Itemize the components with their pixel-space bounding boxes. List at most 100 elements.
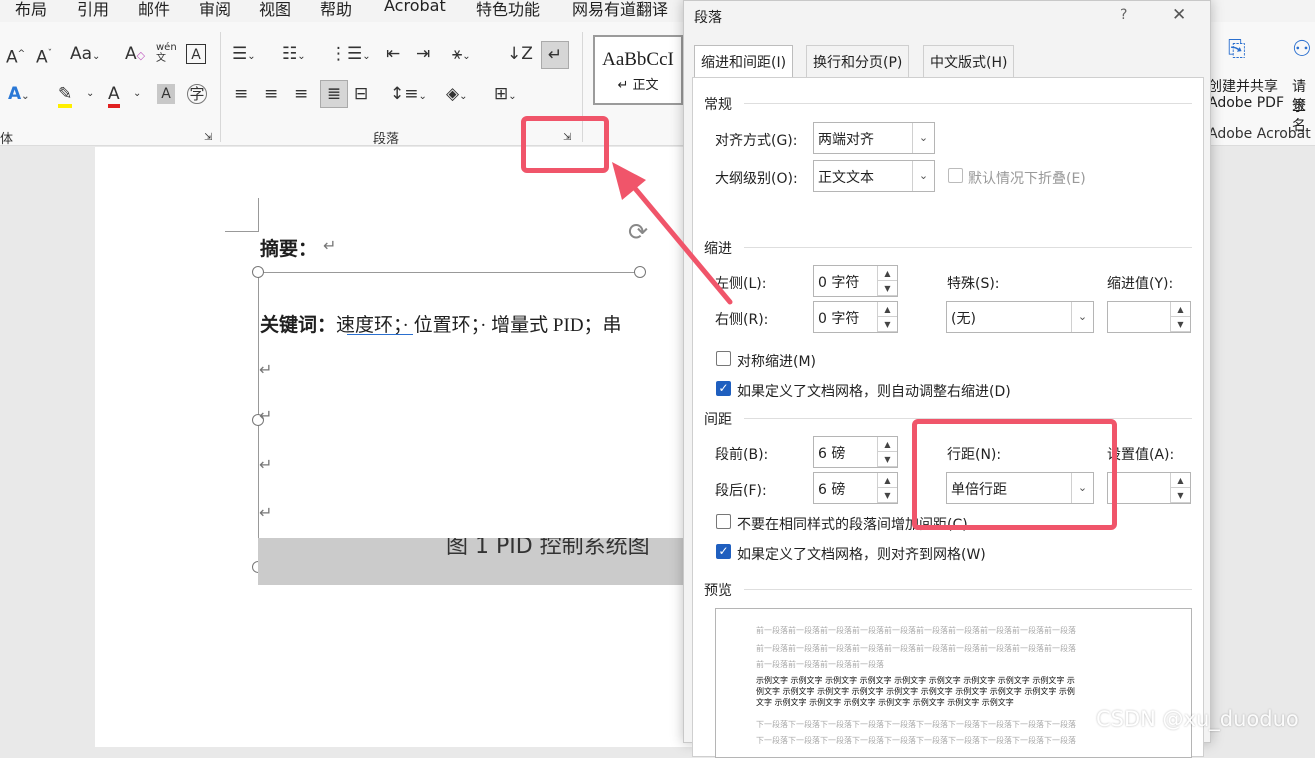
increase-indent-icon[interactable]: ⇥ (416, 44, 430, 64)
spinner-arrows[interactable]: ▲ ▼ (877, 302, 897, 332)
abstract-heading: 摘要： (260, 239, 318, 260)
outline-level-select[interactable]: 正文文本 ⌄ (813, 160, 935, 192)
resize-handle[interactable] (252, 266, 264, 278)
indent-by-spinner[interactable]: ▲ ▼ (1107, 301, 1191, 333)
mirror-indents-checkbox[interactable] (716, 351, 731, 366)
spinner-arrows[interactable]: ▲ ▼ (1170, 302, 1190, 332)
create-pdf-icon[interactable]: ⎘ (1228, 39, 1246, 61)
menu-layout[interactable]: 布局 (15, 0, 47, 20)
keywords-line: 关键词：速度环；· 位置环；· 增量式 PID；串 (260, 310, 685, 337)
multilevel-list-icon[interactable]: ⋮☰⌄ (330, 44, 371, 67)
crop-mark (225, 231, 259, 232)
request-signature-icon[interactable]: ⚇ (1292, 39, 1312, 61)
alignment-select[interactable]: 两端对齐 ⌄ (813, 122, 935, 154)
change-case-icon[interactable]: Aa⌄ (70, 44, 100, 67)
textbox-border (258, 272, 640, 273)
group-separator (220, 32, 221, 142)
spinner-arrows[interactable]: ▲ ▼ (877, 437, 897, 467)
font-dialog-launcher-icon[interactable]: ⇲ (204, 128, 212, 148)
align-center-icon[interactable]: ≡ (264, 84, 278, 104)
menu-view[interactable]: 视图 (259, 0, 291, 20)
spinner-arrows[interactable]: ▲ ▼ (1170, 473, 1190, 503)
numbering-icon[interactable]: ☷⌄ (282, 44, 306, 67)
bullets-icon[interactable]: ☰⌄ (232, 44, 256, 67)
char-border-icon[interactable]: A (186, 44, 206, 64)
paragraph-dialog: 段落 ? ✕ 缩进和间距(I) 换行和分页(P) 中文版式(H) 常规 对齐方式… (683, 0, 1211, 758)
spacing-before-label: 段前(B): (715, 447, 769, 463)
font-color-icon[interactable]: A (108, 84, 120, 108)
help-button[interactable]: ? (1120, 7, 1127, 23)
preview-prev-line: 前一段落前一段落前一段落前一段落前一段落前一段落前一段落前一段落前一段落前一段落 (756, 626, 1076, 635)
special-indent-select[interactable]: (无) ⌄ (946, 301, 1094, 333)
preview-pane: 前一段落前一段落前一段落前一段落前一段落前一段落前一段落前一段落前一段落前一段落… (715, 608, 1192, 758)
snap-to-grid-checkbox[interactable]: ✓ (716, 544, 731, 559)
clear-format-icon[interactable]: A◇ (125, 44, 145, 66)
figure-caption-bar: 图 1 PID 控制系统图 (258, 538, 688, 585)
align-left-icon[interactable]: ≡ (234, 84, 248, 104)
left-indent-spinner[interactable]: 0 字符 ▲ ▼ (813, 265, 898, 297)
spacing-heading: 间距 (704, 412, 732, 428)
menu-acrobat[interactable]: Acrobat (384, 0, 446, 15)
font-color-dropdown-icon[interactable]: ⌄ (133, 84, 141, 104)
tab-line-page-breaks[interactable]: 换行和分页(P) (806, 45, 910, 77)
tab-indents-spacing[interactable]: 缩进和间距(I) (694, 45, 794, 78)
highlight-icon[interactable]: ✎ (58, 84, 73, 108)
show-marks-icon[interactable]: ↵ (541, 41, 569, 69)
char-shading-icon[interactable]: A (157, 84, 175, 104)
keywords-text: 速度环；· 位置环；· 增量式 PID；串 (336, 315, 622, 336)
spacing-after-spinner[interactable]: 6 磅 ▲ ▼ (813, 472, 898, 504)
justify-icon[interactable]: ≣ (320, 80, 348, 108)
spacing-after-label: 段后(F): (715, 483, 767, 499)
menu-mailings[interactable]: 邮件 (138, 0, 170, 20)
sort-icon[interactable]: ↓Z (507, 44, 533, 64)
preview-heading: 预览 (704, 583, 732, 599)
acrobat-group-label: Adobe Acrobat (1208, 126, 1311, 142)
collapse-checkbox[interactable] (948, 168, 963, 183)
preview-next-line: 下一段落下一段落下一段落下一段落下一段落下一段落下一段落下一段落下一段落下一段落 (756, 720, 1076, 729)
keywords-label: 关键词： (260, 315, 337, 336)
menu-youdao-translate[interactable]: 网易有道翻译 (572, 0, 668, 20)
style-normal-tile[interactable]: AaBbCcI ↵ 正文 (593, 35, 683, 105)
preview-prev-line: 前一段落前一段落前一段落前一段落前一段落前一段落前一段落前一段落前一段落前一段落 (756, 644, 1076, 653)
enclose-char-icon[interactable]: 字 (187, 84, 207, 104)
menu-review[interactable]: 审阅 (199, 0, 231, 20)
distributed-icon[interactable]: ⊟ (354, 84, 368, 104)
phonetic-guide-icon[interactable]: wén 文 (156, 42, 177, 64)
spacing-at-label: 设置值(A): (1107, 447, 1175, 463)
spacing-before-spinner[interactable]: 6 磅 ▲ ▼ (813, 436, 898, 468)
spinner-arrows[interactable]: ▲ ▼ (877, 473, 897, 503)
spacing-before-value: 6 磅 (818, 446, 846, 462)
tab-asian-typography[interactable]: 中文版式(H) (923, 45, 1015, 77)
highlight-dropdown-icon[interactable]: ⌄ (86, 84, 94, 104)
left-indent-value: 0 字符 (818, 275, 860, 291)
close-button[interactable]: ✕ (1172, 5, 1186, 25)
spacing-after-value: 6 磅 (818, 482, 846, 498)
borders-icon[interactable]: ⊞⌄ (494, 84, 517, 107)
spacing-at-spinner[interactable]: ▲ ▼ (1107, 472, 1191, 504)
auto-adjust-indent-checkbox[interactable]: ✓ (716, 381, 731, 396)
menu-help[interactable]: 帮助 (320, 0, 352, 20)
spinner-arrows[interactable]: ▲ ▼ (877, 266, 897, 296)
menu-special-features[interactable]: 特色功能 (476, 0, 540, 20)
create-share-label-1[interactable]: 创建并共享 (1208, 76, 1278, 96)
text-effects-icon[interactable]: A⌄ (8, 84, 30, 107)
no-space-same-style-checkbox[interactable] (716, 514, 731, 529)
chevron-down-icon: ⌄ (912, 123, 934, 153)
decrease-indent-icon[interactable]: ⇤ (386, 44, 400, 64)
annotation-box-launcher (521, 116, 609, 173)
indent-by-label: 缩进值(Y): (1107, 276, 1174, 292)
align-right-icon[interactable]: ≡ (294, 84, 308, 104)
line-spacing-icon[interactable]: ↕≡⌄ (390, 84, 427, 107)
annotation-arrow-icon (612, 162, 733, 305)
chinese-layout-icon[interactable]: ⚹⌄ (452, 44, 471, 67)
paragraph-group-label: 段落 (373, 132, 400, 147)
shading-icon[interactable]: ◈⌄ (446, 84, 467, 107)
outline-level-value: 正文文本 (818, 170, 874, 186)
right-indent-spinner[interactable]: 0 字符 ▲ ▼ (813, 301, 898, 333)
grow-font-icon[interactable]: A^ (6, 44, 25, 68)
shrink-font-icon[interactable]: Aˇ (36, 44, 52, 68)
auto-adjust-indent-label: 如果定义了文档网格，则自动调整右缩进(D) (737, 384, 1011, 400)
menu-references[interactable]: 引用 (77, 0, 109, 20)
annotation-box-line-spacing (912, 419, 1117, 530)
create-share-label-2[interactable]: Adobe PDF (1208, 95, 1284, 111)
